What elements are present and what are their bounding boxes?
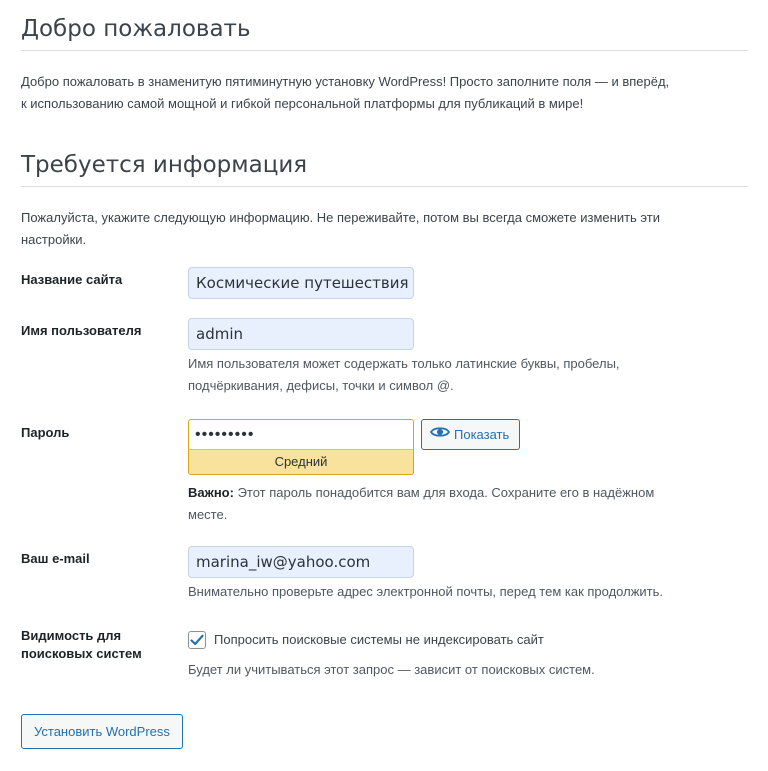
- info-text-line1: Пожалуйста, укажите следующую информацию…: [21, 210, 660, 225]
- password-note-line2: месте.: [188, 507, 228, 522]
- show-password-button[interactable]: Показать: [421, 419, 521, 450]
- site-title-label: Название сайта: [21, 272, 123, 287]
- email-field-col: marina_iw@yahoo.com Внимательно проверьт…: [188, 546, 748, 603]
- welcome-text-line1: Добро пожаловать в знаменитую пятиминутн…: [21, 74, 670, 89]
- password-note-line1: Этот пароль понадобится вам для входа. С…: [233, 485, 655, 500]
- install-form-container: Добро пожаловать Добро пожаловать в знам…: [21, 0, 748, 251]
- site-title-input[interactable]: Космические путешествия: [188, 267, 414, 299]
- password-note: Важно: Этот пароль понадобится вам для в…: [188, 482, 748, 526]
- install-wordpress-button[interactable]: Установить WordPress: [21, 714, 183, 749]
- welcome-text-line2: к использованию самой мощной и гибкой пе…: [21, 96, 584, 111]
- email-label: Ваш e-mail: [21, 551, 90, 566]
- password-field-col: ••••••••• Средний Показать Важно: Этот п…: [188, 419, 748, 526]
- welcome-heading: Добро пожаловать: [21, 0, 748, 51]
- eye-icon: [429, 420, 451, 449]
- visibility-checkbox[interactable]: [188, 631, 206, 649]
- username-hint: Имя пользователя может содержать только …: [188, 353, 748, 397]
- username-label: Имя пользователя: [21, 323, 142, 338]
- visibility-label-line2: поисковых систем: [21, 646, 142, 661]
- checkmark-icon: [190, 634, 204, 646]
- visibility-checkbox-label[interactable]: Попросить поисковые системы не индексиро…: [214, 630, 544, 650]
- visibility-label-line1: Видимость для: [21, 628, 122, 643]
- info-heading: Требуется информация: [21, 136, 748, 187]
- info-text-line2: настройки.: [21, 232, 87, 247]
- username-input[interactable]: admin: [188, 318, 414, 350]
- username-hint-line1: Имя пользователя может содержать только …: [188, 356, 620, 371]
- info-text: Пожалуйста, укажите следующую информацию…: [21, 207, 748, 251]
- password-label: Пароль: [21, 425, 70, 440]
- password-note-bold: Важно:: [188, 485, 234, 500]
- username-field-col: admin Имя пользователя может содержать т…: [188, 318, 748, 397]
- password-input[interactable]: •••••••••: [188, 419, 414, 449]
- visibility-field-col: Попросить поисковые системы не индексиро…: [188, 627, 748, 681]
- email-input[interactable]: marina_iw@yahoo.com: [188, 546, 414, 578]
- email-hint: Внимательно проверьте адрес электронной …: [188, 584, 664, 599]
- visibility-label: Видимость для поисковых систем: [21, 627, 181, 663]
- welcome-text: Добро пожаловать в знаменитую пятиминутн…: [21, 71, 748, 115]
- password-field-wrap: ••••••••• Средний Показать: [188, 419, 521, 475]
- visibility-hint: Будет ли учитываться этот запрос — завис…: [188, 662, 595, 677]
- site-title-field-col: Космические путешествия: [188, 267, 748, 299]
- username-hint-line2: подчёркивания, дефисы, точки и символ @.: [188, 378, 454, 393]
- visibility-checkbox-row: Попросить поисковые системы не индексиро…: [188, 630, 748, 650]
- show-password-label: Показать: [454, 427, 510, 442]
- password-strength-meter: Средний: [188, 449, 414, 475]
